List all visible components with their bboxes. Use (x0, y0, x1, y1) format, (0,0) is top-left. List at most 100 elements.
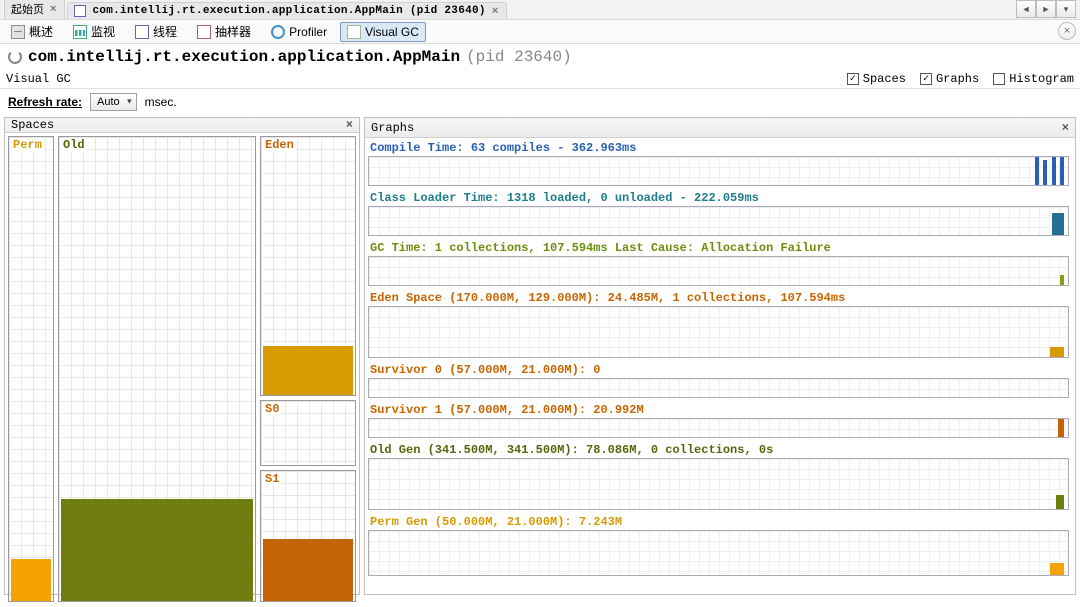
panel-spaces: Spaces × Perm Old Eden (4, 117, 360, 595)
graph-title: Class Loader Time: 1318 loaded, 0 unload… (368, 191, 1069, 206)
graph-s0: Survivor 0 (57.000M, 21.000M): 0 (368, 363, 1069, 398)
view-tab-label: 监视 (91, 23, 115, 40)
view-tab-label: Visual GC (365, 25, 419, 39)
visualgc-icon (347, 25, 361, 39)
view-tab-profiler[interactable]: Profiler (264, 22, 334, 42)
check-label: Graphs (936, 72, 979, 86)
refresh-rate-label: Refresh rate: (8, 95, 82, 109)
view-tab-monitor[interactable]: 监视 (66, 20, 122, 43)
window-tabs: 起始页 × com.intellij.rt.execution.applicat… (0, 0, 1080, 20)
tab-start-page[interactable]: 起始页 × (4, 0, 65, 19)
view-tab-threads[interactable]: 线程 (128, 20, 184, 43)
refresh-rate-select[interactable]: Auto (90, 93, 137, 111)
space-fill (11, 559, 51, 601)
view-tab-label: 线程 (153, 23, 177, 40)
graph-title: GC Time: 1 collections, 107.594ms Last C… (368, 241, 1069, 256)
graph-title: Old Gen (341.500M, 341.500M): 78.086M, 0… (368, 443, 1069, 458)
check-graphs[interactable]: ✓ Graphs (920, 72, 979, 86)
graph-perm: Perm Gen (50.000M, 21.000M): 7.243M (368, 515, 1069, 576)
graph-spark (1051, 213, 1064, 235)
space-fill (263, 539, 353, 601)
space-label: Eden (263, 138, 296, 152)
check-histogram[interactable]: Histogram (993, 72, 1074, 86)
space-perm: Perm (8, 136, 54, 602)
graph-area (368, 378, 1069, 398)
refresh-rate-unit: msec. (145, 95, 177, 109)
space-fill (263, 346, 353, 395)
graph-compile: Compile Time: 63 compiles - 362.963ms (368, 141, 1069, 186)
graph-title: Eden Space (170.000M, 129.000M): 24.485M… (368, 291, 1069, 306)
graph-old: Old Gen (341.500M, 341.500M): 78.086M, 0… (368, 443, 1069, 510)
view-tab-label: Profiler (289, 25, 327, 39)
panel-title: Graphs (371, 121, 414, 135)
space-fill (61, 499, 253, 601)
graph-spark (1034, 156, 1064, 185)
tab-label: 起始页 (11, 1, 44, 17)
graph-eden: Eden Space (170.000M, 129.000M): 24.485M… (368, 291, 1069, 358)
view-close-button[interactable]: × (1058, 22, 1076, 40)
threads-icon (135, 25, 149, 39)
app-pid: (pid 23640) (466, 48, 572, 66)
view-tabs: 概述 监视 线程 抽样器 Profiler Visual GC × (0, 20, 1080, 44)
tab-menu-button[interactable]: ▾ (1056, 0, 1076, 18)
checkbox-icon: ✓ (920, 73, 932, 85)
space-eden: Eden (260, 136, 356, 396)
graph-area (368, 206, 1069, 236)
java-icon (74, 5, 86, 17)
view-tab-visualgc[interactable]: Visual GC (340, 22, 426, 42)
graph-area (368, 306, 1069, 358)
graph-title: Compile Time: 63 compiles - 362.963ms (368, 141, 1069, 156)
graph-area (368, 256, 1069, 286)
graph-area (368, 458, 1069, 510)
graph-title: Perm Gen (50.000M, 21.000M): 7.243M (368, 515, 1069, 530)
spaces-body: Perm Old Eden S0 (5, 133, 359, 605)
space-s1: S1 (260, 470, 356, 602)
graph-area (368, 156, 1069, 186)
graph-area (368, 530, 1069, 576)
tab-nav-controls: ◄ ► ▾ (1016, 0, 1076, 18)
close-icon[interactable]: × (50, 3, 56, 15)
grid-bg (9, 137, 53, 601)
view-tab-overview[interactable]: 概述 (4, 20, 60, 43)
graph-spark (1057, 419, 1064, 437)
view-option-checks: ✓ Spaces ✓ Graphs Histogram (847, 72, 1074, 86)
space-label: S1 (263, 472, 281, 486)
check-label: Spaces (863, 72, 906, 86)
subbar-title: Visual GC (6, 72, 71, 86)
checkbox-icon: ✓ (847, 73, 859, 85)
view-tab-label: 概述 (29, 23, 53, 40)
tab-next-button[interactable]: ► (1036, 0, 1056, 18)
graph-spark (1055, 495, 1064, 509)
tab-prev-button[interactable]: ◄ (1016, 0, 1036, 18)
view-tab-label: 抽样器 (215, 23, 251, 40)
close-icon[interactable]: × (346, 118, 353, 132)
graph-spark (1049, 343, 1064, 357)
graph-spark (1049, 561, 1064, 575)
graph-title: Survivor 0 (57.000M, 21.000M): 0 (368, 363, 1069, 378)
panel-header-graphs: Graphs × (365, 118, 1075, 138)
check-label: Histogram (1009, 72, 1074, 86)
graph-s1: Survivor 1 (57.000M, 21.000M): 20.992M (368, 403, 1069, 438)
graphs-body: Compile Time: 63 compiles - 362.963ms Cl… (365, 138, 1075, 594)
tab-appmain[interactable]: com.intellij.rt.execution.application.Ap… (67, 2, 507, 19)
visualgc-subbar: Visual GC ✓ Spaces ✓ Graphs Histogram (0, 70, 1080, 89)
graph-title: Survivor 1 (57.000M, 21.000M): 20.992M (368, 403, 1069, 418)
panel-header-spaces: Spaces × (5, 118, 359, 133)
space-label: S0 (263, 402, 281, 416)
page-title: com.intellij.rt.execution.application.Ap… (0, 44, 1080, 70)
monitor-icon (73, 25, 87, 39)
close-icon[interactable]: × (1062, 121, 1069, 135)
checkbox-icon (993, 73, 1005, 85)
check-spaces[interactable]: ✓ Spaces (847, 72, 906, 86)
tab-label: com.intellij.rt.execution.application.Ap… (92, 5, 485, 17)
profiler-icon (271, 25, 285, 39)
graph-spark (1059, 271, 1064, 285)
space-s0: S0 (260, 400, 356, 466)
view-tab-sampler[interactable]: 抽样器 (190, 20, 258, 43)
main-content: Spaces × Perm Old Eden (0, 117, 1080, 595)
close-icon[interactable]: × (492, 5, 498, 17)
refresh-icon (8, 50, 22, 64)
refresh-rate-row: Refresh rate: Auto msec. (0, 89, 1080, 117)
graph-classloader: Class Loader Time: 1318 loaded, 0 unload… (368, 191, 1069, 236)
space-old: Old (58, 136, 256, 602)
